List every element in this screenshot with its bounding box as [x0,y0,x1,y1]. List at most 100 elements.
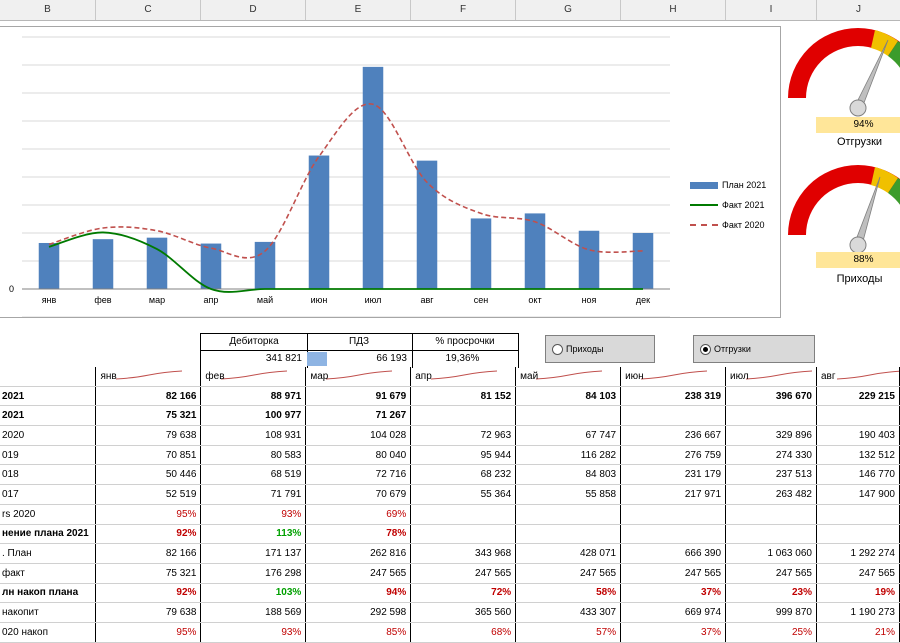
table-cell[interactable] [515,504,622,525]
table-cell[interactable]: 68% [410,622,517,643]
table-cell[interactable] [725,524,817,545]
table-cell[interactable]: 236 667 [620,425,727,446]
col-header-i[interactable]: I [726,0,817,20]
month-header-4[interactable]: май [515,367,622,387]
table-cell[interactable]: 57% [515,622,622,643]
table-cell[interactable]: 72 963 [410,425,517,446]
gauge-shipments[interactable] [788,28,900,117]
table-cell[interactable]: 231 179 [620,464,727,486]
table-cell[interactable]: 104 028 [305,425,412,446]
table-cell[interactable]: 21% [816,622,900,643]
table-cell[interactable]: 217 971 [620,484,727,505]
table-cell[interactable]: 229 215 [816,386,900,407]
table-cell[interactable]: 75 321 [95,563,202,584]
month-header-2[interactable]: мар [305,367,412,387]
table-cell[interactable]: 95% [95,504,202,525]
row-label[interactable]: 019 [0,445,97,466]
table-cell[interactable]: 69% [305,504,412,525]
table-cell[interactable]: 92% [95,524,202,545]
table-cell[interactable] [410,405,517,427]
table-cell[interactable]: 329 896 [725,425,817,446]
table-cell[interactable]: 171 137 [200,543,307,564]
row-label[interactable]: 017 [0,484,97,505]
radio-shipments[interactable]: Отгрузки [693,335,815,363]
row-label[interactable]: . План [0,543,97,564]
table-cell[interactable]: 52 519 [95,484,202,505]
table-cell[interactable]: 146 770 [816,464,900,486]
table-cell[interactable]: 68 519 [200,464,307,486]
table-cell[interactable]: 100 977 [200,405,307,427]
month-header-7[interactable]: авг [816,367,900,387]
table-cell[interactable]: 1 190 273 [816,602,900,623]
table-cell[interactable] [620,504,727,525]
table-cell[interactable]: 95 944 [410,445,517,466]
table-cell[interactable]: 71 267 [305,405,412,427]
table-cell[interactable]: 82 166 [95,543,202,564]
row-label[interactable]: rs 2020 [0,504,97,525]
row-label[interactable]: 020 накоп [0,622,97,643]
table-cell[interactable] [816,504,900,525]
table-cell[interactable] [620,405,727,427]
table-cell[interactable]: 669 974 [620,602,727,623]
row-label[interactable]: накопит [0,602,97,623]
table-cell[interactable]: 82 166 [95,386,202,407]
table-cell[interactable]: 68 232 [410,464,517,486]
table-cell[interactable]: 70 851 [95,445,202,466]
table-cell[interactable]: 55 364 [410,484,517,505]
table-cell[interactable]: 188 569 [200,602,307,623]
table-cell[interactable]: 84 803 [515,464,622,486]
table-cell[interactable]: 84 103 [515,386,622,407]
table-cell[interactable]: 1 063 060 [725,543,817,564]
table-cell[interactable]: 274 330 [725,445,817,466]
table-cell[interactable]: 247 565 [620,563,727,584]
table-cell[interactable]: 116 282 [515,445,622,466]
table-cell[interactable] [410,524,517,545]
table-cell[interactable]: 147 900 [816,484,900,505]
table-cell[interactable] [816,405,900,427]
table-cell[interactable]: 93% [200,504,307,525]
table-cell[interactable]: 25% [725,622,817,643]
col-header-c[interactable]: C [96,0,201,20]
table-cell[interactable]: 93% [200,622,307,643]
corner-cell[interactable] [0,367,97,387]
table-cell[interactable]: 238 319 [620,386,727,407]
table-cell[interactable]: 55 858 [515,484,622,505]
table-cell[interactable]: 79 638 [95,425,202,446]
table-cell[interactable]: 276 759 [620,445,727,466]
table-cell[interactable]: 343 968 [410,543,517,564]
table-cell[interactable] [725,405,817,427]
table-cell[interactable]: 433 307 [515,602,622,623]
table-cell[interactable] [620,524,727,545]
table-cell[interactable]: 247 565 [816,563,900,584]
col-header-h[interactable]: H [621,0,726,20]
table-cell[interactable] [515,405,622,427]
table-cell[interactable]: 247 565 [515,563,622,584]
table-cell[interactable]: 292 598 [305,602,412,623]
table-cell[interactable]: 190 403 [816,425,900,446]
table-cell[interactable]: 247 565 [305,563,412,584]
month-header-1[interactable]: фев [200,367,307,387]
row-label[interactable]: факт [0,563,97,584]
col-header-e[interactable]: E [306,0,411,20]
col-header-b[interactable]: B [0,0,96,20]
month-header-5[interactable]: июн [620,367,727,387]
table-cell[interactable]: 79 638 [95,602,202,623]
table-cell[interactable]: 396 670 [725,386,817,407]
table-cell[interactable]: 37% [620,622,727,643]
month-header-3[interactable]: апр [410,367,517,387]
table-cell[interactable]: 95% [95,622,202,643]
row-label[interactable]: 2020 [0,425,97,446]
table-cell[interactable]: 71 791 [200,484,307,505]
row-label[interactable]: 018 [0,464,97,486]
table-cell[interactable]: 666 390 [620,543,727,564]
table-cell[interactable]: 75 321 [95,405,202,427]
table-cell[interactable]: 67 747 [515,425,622,446]
combo-chart[interactable]: 0 янв фев мар апр май июн июл авг сен окт ноя дек Пл… [0,26,781,318]
table-cell[interactable]: 1 292 274 [816,543,900,564]
table-cell[interactable] [410,504,517,525]
table-cell[interactable]: 132 512 [816,445,900,466]
table-cell[interactable]: 50 446 [95,464,202,486]
table-cell[interactable] [515,524,622,545]
row-label[interactable]: 2021 [0,386,97,407]
table-cell[interactable]: 176 298 [200,563,307,584]
